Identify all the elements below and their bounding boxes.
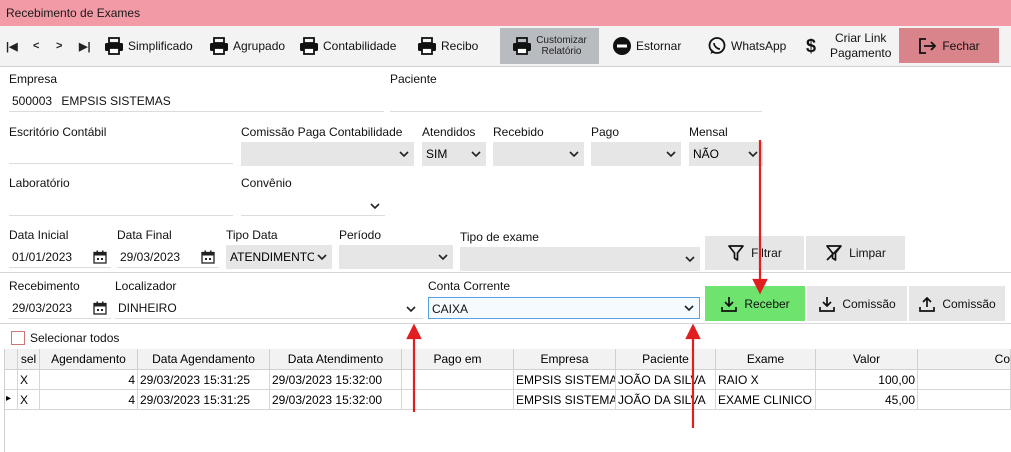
- annotation-arrow-down: [752, 140, 768, 295]
- annotation-arrows: [406, 140, 768, 428]
- annotation-arrow-up-localizador: [406, 323, 422, 412]
- annotation-arrow-up-conta: [685, 323, 701, 428]
